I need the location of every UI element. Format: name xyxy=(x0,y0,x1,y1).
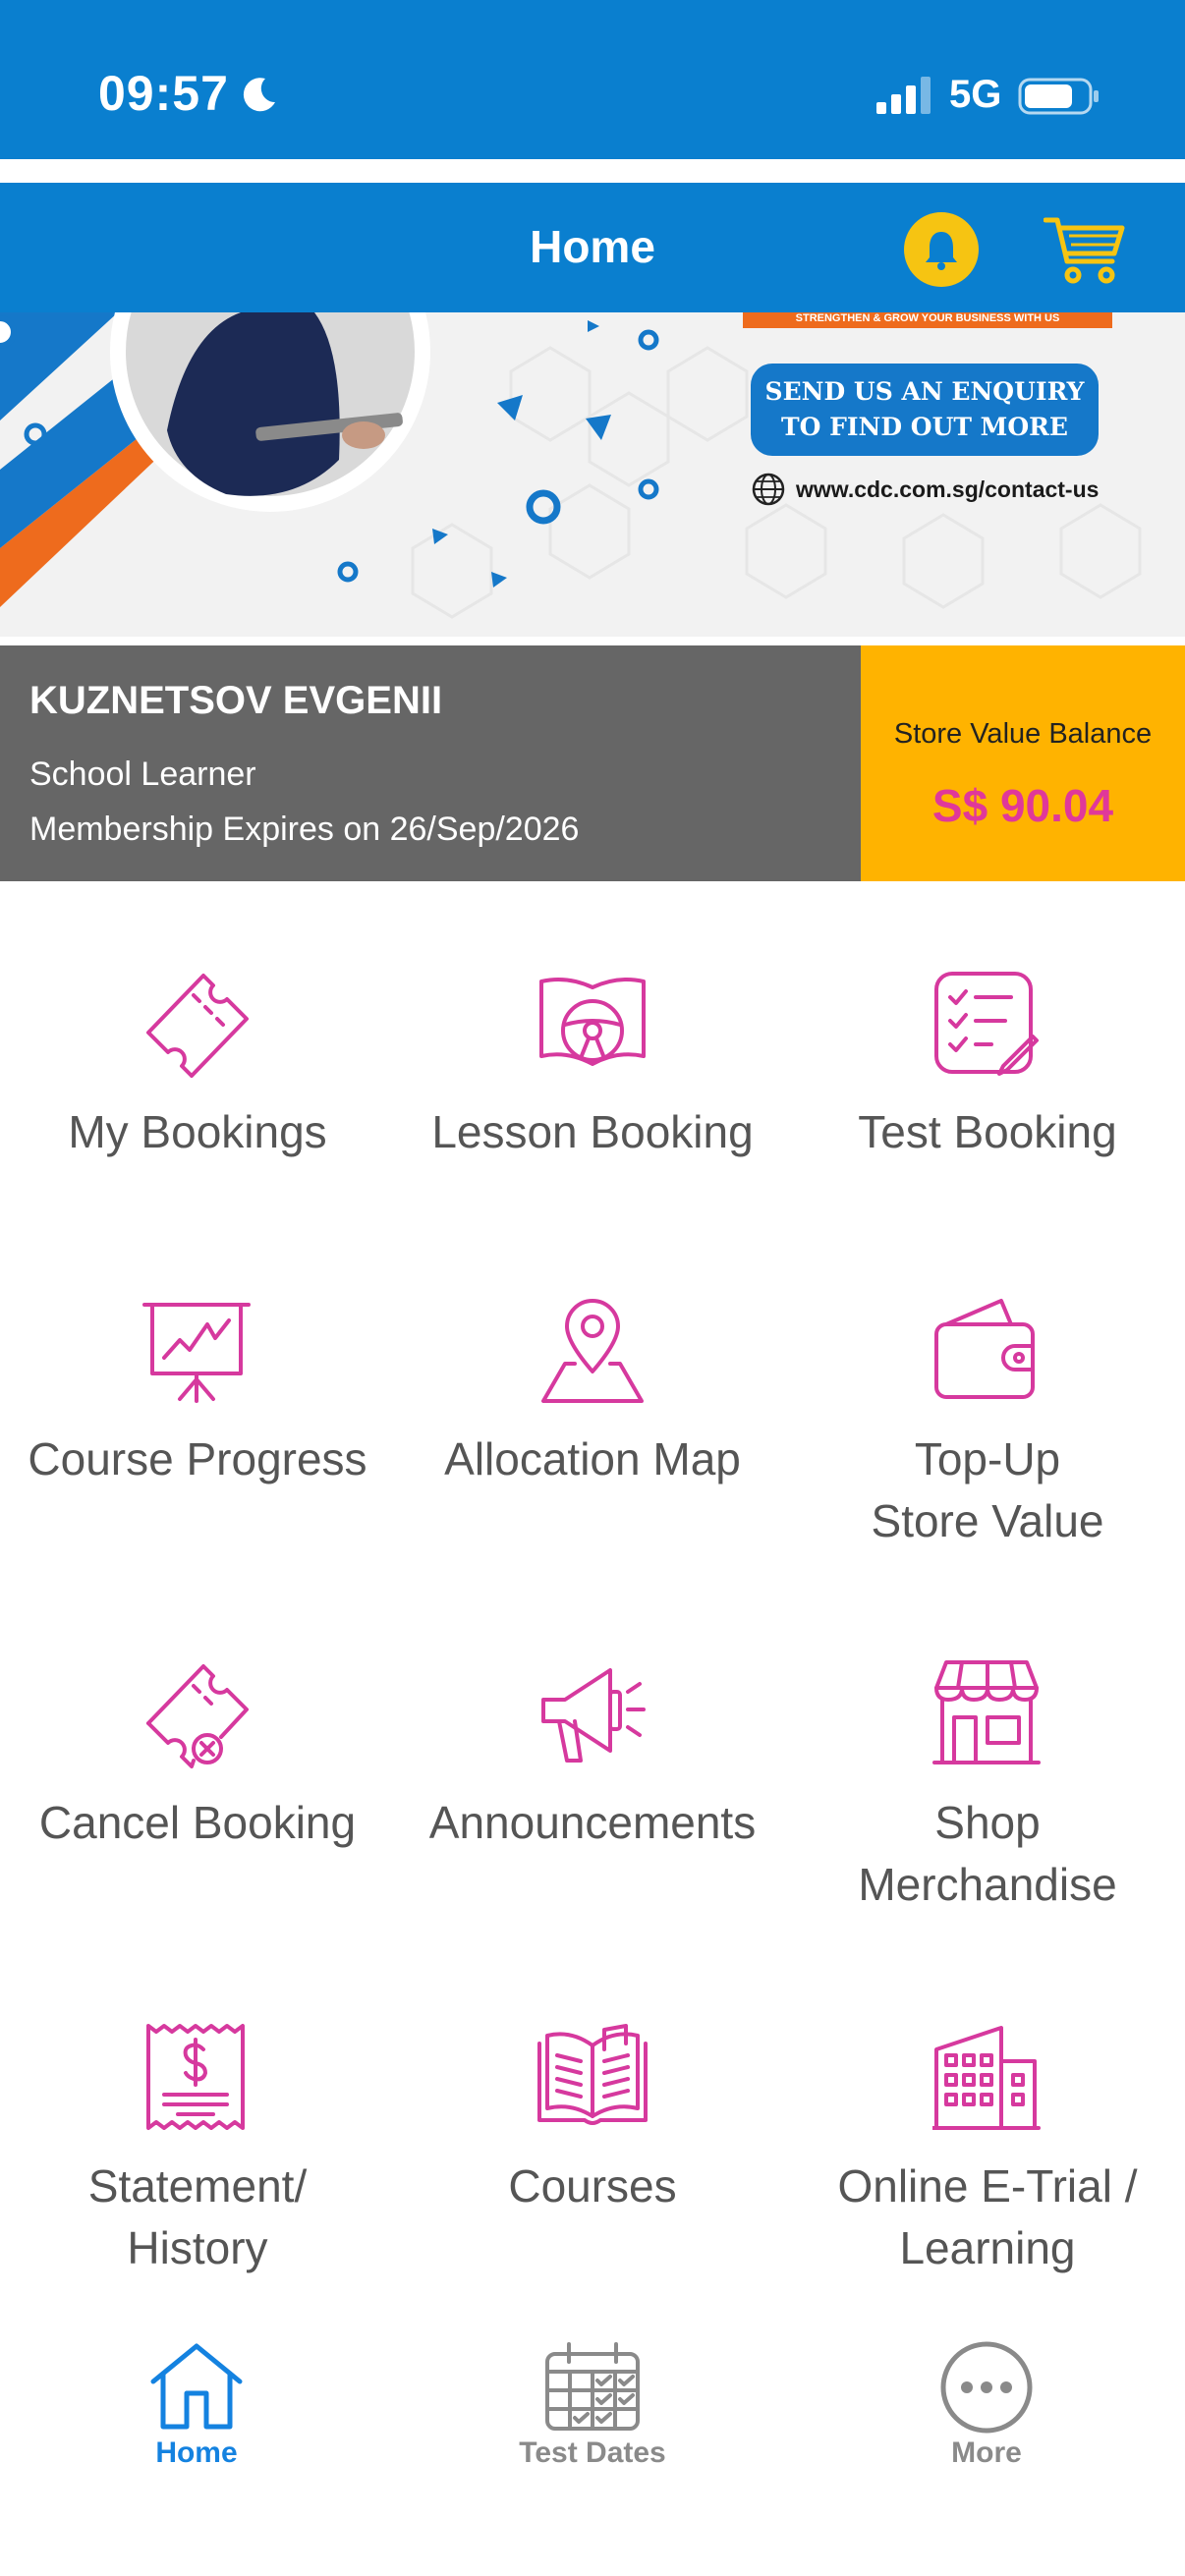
network-label: 5G xyxy=(949,73,1002,116)
open-book-icon xyxy=(537,2024,648,2125)
building-icon xyxy=(932,2026,1041,2130)
profile-role: School Learner xyxy=(29,756,256,793)
menu-label: Test Booking xyxy=(858,1106,1117,1157)
receipt-icon xyxy=(146,2024,245,2130)
menu-label: Course Progress xyxy=(28,1433,367,1484)
ticket-cancel-icon xyxy=(146,1664,249,1768)
profile-card: KUZNETSOV EVGENII School Learner Members… xyxy=(0,645,861,881)
menu-label: Allocation Map xyxy=(444,1433,741,1484)
banner-strip-text: STRENGTHEN & GROW YOUR BUSINESS WITH US xyxy=(795,312,1060,324)
notifications-button[interactable] xyxy=(904,212,979,287)
promo-banner[interactable]: STRENGTHEN & GROW YOUR BUSINESS WITH US … xyxy=(0,312,1185,637)
menu-label: Cancel Booking xyxy=(38,1797,357,1848)
store-value-amount: S$ 90.04 xyxy=(931,780,1114,831)
menu-online-e-trial[interactable]: Online E-Trial / Learning xyxy=(790,2022,1185,2279)
menu-shop-merchandise[interactable]: Shop Merchandise xyxy=(790,1658,1185,1916)
status-gap xyxy=(0,159,1185,183)
moon-icon xyxy=(243,78,275,112)
more-icon xyxy=(940,2341,1033,2434)
profile-name: KUZNETSOV EVGENII xyxy=(29,679,443,722)
status-time: 09:57 xyxy=(98,66,229,121)
checklist-icon xyxy=(934,972,1039,1076)
store-value-label: Store Value Balance xyxy=(893,718,1153,750)
battery-icon xyxy=(1018,78,1099,115)
website-row: www.cdc.com.sg/contact-us xyxy=(751,470,1099,509)
map-pin-icon xyxy=(541,1299,644,1403)
bottom-tab-bar: Home Test Dates More xyxy=(0,2319,1185,2576)
menu-label: Lesson Booking xyxy=(431,1106,754,1157)
enquiry-line-2: TO FIND OUT MORE xyxy=(781,413,1068,441)
website-url: www.cdc.com.sg/contact-us xyxy=(796,476,1100,502)
app-header: Home xyxy=(0,183,1185,312)
menu-label: Statement/ History xyxy=(87,2160,308,2273)
tab-test-dates[interactable]: Test Dates xyxy=(465,2340,720,2470)
megaphone-icon xyxy=(541,1668,646,1763)
tab-more[interactable]: More xyxy=(859,2340,1114,2470)
signal-icon xyxy=(876,77,931,114)
wallet-icon xyxy=(934,1299,1035,1399)
tab-label: More xyxy=(951,2436,1022,2469)
menu-statement-history[interactable]: Statement/ History xyxy=(0,2022,395,2279)
tab-home[interactable]: Home xyxy=(69,2340,324,2470)
tab-label: Test Dates xyxy=(519,2436,666,2469)
bell-icon xyxy=(926,232,957,270)
calendar-icon xyxy=(545,2342,640,2431)
menu-label: Top-Up Store Value xyxy=(871,1433,1104,1546)
enquiry-button[interactable]: SEND US AN ENQUIRY TO FIND OUT MORE xyxy=(751,364,1099,456)
menu-label: Announcements xyxy=(428,1797,757,1848)
home-icon xyxy=(150,2343,243,2430)
menu-top-up-store-value[interactable]: Top-Up Store Value xyxy=(790,1295,1185,1552)
menu-label: Online E-Trial / Learning xyxy=(837,2160,1138,2273)
presentation-chart-icon xyxy=(142,1303,251,1403)
globe-icon xyxy=(752,473,785,506)
storefront-icon xyxy=(932,1660,1041,1764)
enquiry-line-1: SEND US AN ENQUIRY xyxy=(764,377,1085,406)
menu-label: Courses xyxy=(508,2160,677,2212)
menu-test-booking[interactable]: Test Booking xyxy=(790,968,1185,1163)
status-bar: 09:57 5G xyxy=(0,0,1185,159)
menu-announcements[interactable]: Announcements xyxy=(395,1658,790,1854)
menu-label: My Bookings xyxy=(68,1106,327,1157)
menu-course-progress[interactable]: Course Progress xyxy=(0,1295,395,1490)
menu-cancel-booking[interactable]: Cancel Booking xyxy=(0,1658,395,1854)
store-value-card[interactable]: Store Value Balance S$ 90.04 xyxy=(861,645,1185,881)
cart-icon[interactable] xyxy=(1044,212,1126,287)
membership-expiry: Membership Expires on 26/Sep/2026 xyxy=(29,811,580,848)
menu-label: Shop Merchandise xyxy=(858,1797,1117,1910)
page-title: Home xyxy=(530,221,655,272)
menu-allocation-map[interactable]: Allocation Map xyxy=(395,1295,790,1490)
menu-my-bookings[interactable]: My Bookings xyxy=(0,968,395,1163)
steering-book-icon xyxy=(539,978,646,1066)
menu-lesson-booking[interactable]: Lesson Booking xyxy=(395,968,790,1163)
ticket-icon xyxy=(146,974,249,1078)
menu-courses[interactable]: Courses xyxy=(395,2022,790,2217)
tab-label: Home xyxy=(155,2436,238,2469)
